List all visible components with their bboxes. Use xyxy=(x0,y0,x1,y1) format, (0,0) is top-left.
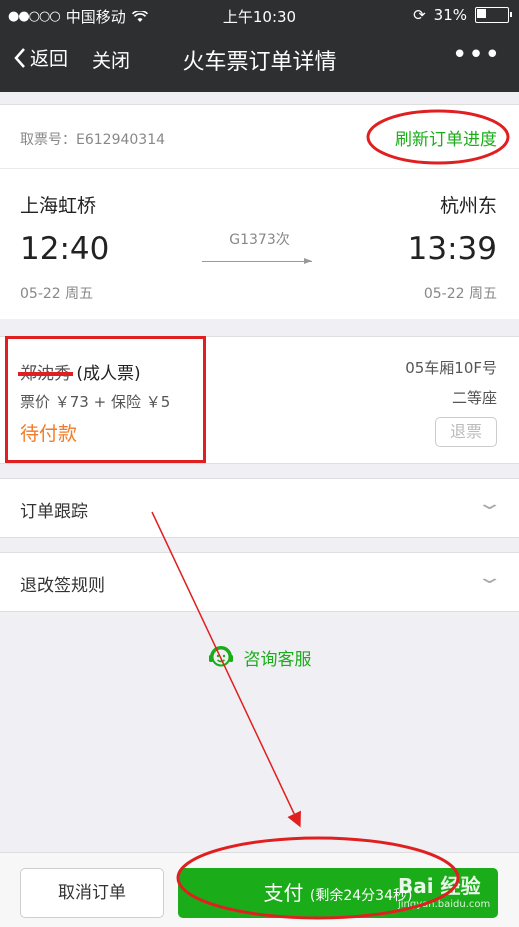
highlight-box-annotation xyxy=(5,336,206,463)
ticket-number-section: 取票号：E612940314 刷新订单进度 xyxy=(0,104,519,170)
arrival-date: 05-22 周五 xyxy=(423,286,497,302)
chevron-down-icon: ⌄ xyxy=(475,493,504,514)
chevron-down-icon: ⌄ xyxy=(475,567,504,588)
headset-icon xyxy=(208,646,233,667)
refund-rules-row[interactable]: 退改签规则 ⌄ xyxy=(0,552,519,612)
nav-bar: 返回 关闭 火车票订单详情 ••• xyxy=(0,32,519,88)
more-menu-button[interactable]: ••• xyxy=(452,40,501,70)
route-section: 上海虹桥 杭州东 G1373次 12:40 13:39 05-22 周五 05-… xyxy=(0,168,519,319)
pickup-number: 取票号：E612940314 xyxy=(20,132,166,148)
customer-service-link[interactable]: 咨询客服 xyxy=(0,644,519,670)
refund-rules-label: 退改签规则 xyxy=(20,576,105,596)
refresh-progress-link[interactable]: 刷新订单进度 xyxy=(395,125,497,150)
customer-service-label: 咨询客服 xyxy=(243,649,312,670)
rotation-lock-icon: ⟳ xyxy=(413,6,426,24)
page-title: 火车票订单详情 xyxy=(182,50,337,75)
refund-button[interactable]: 退票 xyxy=(435,417,497,447)
departure-station: 上海虹桥 xyxy=(20,195,97,217)
order-tracking-label: 订单跟踪 xyxy=(20,502,88,522)
status-bar: ●●○○○ 中国移动 上午10:30 ⟳ 31% xyxy=(0,0,519,32)
departure-date: 05-22 周五 xyxy=(20,286,94,302)
baidu-watermark: Bai 经验 jingyan.baidu.com xyxy=(398,870,490,910)
top-bar: ●●○○○ 中国移动 上午10:30 ⟳ 31% 返回 关闭 火车票订单详情 •… xyxy=(0,0,519,92)
seat-number: 05车厢10F号 xyxy=(405,359,497,377)
arrival-station: 杭州东 xyxy=(439,195,497,217)
route-arrow-icon xyxy=(202,258,312,264)
watermark-url: jingyan.baidu.com xyxy=(398,899,491,910)
seat-class: 二等座 xyxy=(451,389,497,407)
battery-icon xyxy=(475,7,512,23)
order-tracking-row[interactable]: 订单跟踪 ⌄ xyxy=(0,478,519,538)
pay-label: 支付 xyxy=(263,881,304,905)
arrival-time: 13:39 xyxy=(407,231,497,267)
departure-time: 12:40 xyxy=(20,231,110,267)
battery-percent: 31% xyxy=(433,6,467,24)
watermark-brand: Bai 经验 xyxy=(398,874,481,898)
cancel-order-button[interactable]: 取消订单 xyxy=(20,868,164,918)
